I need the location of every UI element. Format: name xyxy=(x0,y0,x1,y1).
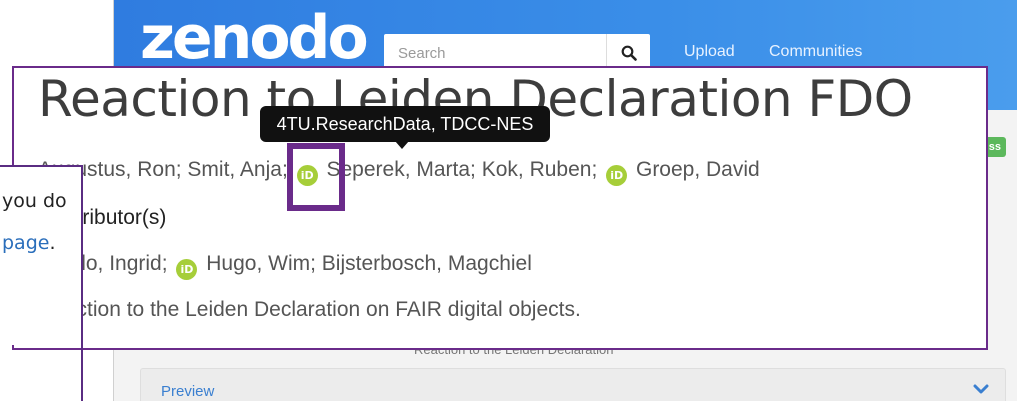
preview-panel[interactable]: Preview xyxy=(140,368,1006,401)
creators-text-mid[interactable]: Seperek, Marta; Kok, Ruben; xyxy=(326,158,597,181)
nav-upload[interactable]: Upload xyxy=(684,43,735,61)
help-link-suffix-front: . xyxy=(49,232,56,254)
affiliation-tooltip: 4TU.ResearchData, TDCC-NES xyxy=(260,106,550,142)
creators-line: Augustus, Ron; Smit, Anja; iD Seperek, M… xyxy=(38,158,760,186)
help-page-link-front[interactable]: page xyxy=(2,232,49,254)
orcid-highlight-box xyxy=(287,143,345,211)
orcid-icon[interactable]: iD xyxy=(606,165,628,186)
preview-label: Preview xyxy=(161,383,215,400)
creators-text-post[interactable]: Groep, David xyxy=(636,158,760,181)
help-link-line-front: page. xyxy=(2,232,56,254)
contributors-line: Coello, Ingrid; iD Hugo, Wim; Bijsterbos… xyxy=(38,252,532,280)
tooltip-arrow xyxy=(395,141,409,149)
help-popup-top-edge xyxy=(0,165,83,167)
record-description: Reaction to the Leiden Declaration on FA… xyxy=(38,298,581,321)
search-icon xyxy=(621,45,637,61)
chevron-down-icon[interactable] xyxy=(973,383,989,395)
help-popup-edge xyxy=(81,165,83,401)
help-text-line-front: you do xyxy=(2,190,67,212)
contributors-text-post[interactable]: Hugo, Wim; Bijsterbosch, Magchiel xyxy=(206,252,532,275)
nav-communities[interactable]: Communities xyxy=(769,43,862,61)
zenodo-logo[interactable]: zenodo xyxy=(140,8,369,68)
orcid-icon[interactable]: iD xyxy=(176,259,198,280)
